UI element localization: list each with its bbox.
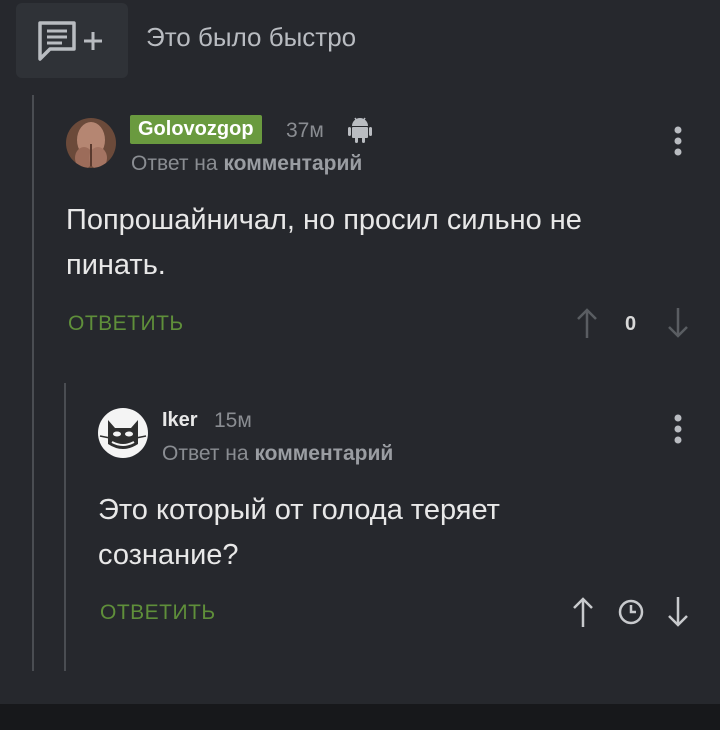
thread-line-level-1[interactable]	[32, 95, 34, 671]
user-avatar-image	[66, 118, 116, 168]
username[interactable]: Iker	[162, 409, 198, 432]
reply-to-info: Ответ на комментарий	[162, 442, 393, 466]
android-icon	[348, 117, 372, 143]
username-badge[interactable]: Golovozgop	[130, 115, 262, 144]
reply-to-info: Ответ на комментарий	[131, 152, 362, 176]
reply-to-prefix: Ответ на	[131, 152, 218, 175]
more-options-icon[interactable]	[673, 413, 683, 445]
reply-to-link[interactable]: комментарий	[254, 442, 393, 465]
user-avatar-image	[98, 408, 148, 458]
post-title[interactable]: Это было быстро	[146, 22, 356, 53]
upvote-arrow-icon[interactable]	[571, 595, 595, 629]
reply-button[interactable]: ОТВЕТИТЬ	[100, 601, 216, 625]
thread-line-level-2[interactable]	[64, 383, 66, 671]
comment-text-line: сознание?	[98, 539, 239, 571]
downvote-arrow-icon[interactable]	[666, 595, 690, 629]
add-comment-icon	[38, 20, 102, 61]
score-value: 0	[625, 313, 637, 335]
comment-text-line: пинать.	[66, 249, 166, 281]
clock-icon	[618, 599, 644, 625]
upvote-arrow-icon[interactable]	[575, 306, 599, 340]
add-comment-button[interactable]	[16, 3, 128, 78]
reply-to-link[interactable]: комментарий	[223, 152, 362, 175]
comment-text: Попрошайничал, но просил сильно не пинат…	[66, 198, 582, 288]
downvote-arrow-icon[interactable]	[666, 306, 690, 340]
more-options-icon[interactable]	[673, 125, 683, 157]
comment-text: Это который от голода теряет сознание?	[98, 488, 500, 578]
avatar[interactable]	[98, 408, 148, 458]
reply-to-prefix: Ответ на	[162, 442, 249, 465]
bottom-bar	[0, 704, 720, 730]
avatar[interactable]	[66, 118, 116, 168]
comments-page: Это было быстро Golovozgop 37м Ответ на …	[0, 0, 720, 730]
comment-time: 37м	[286, 119, 324, 142]
comment-time: 15м	[214, 409, 252, 432]
comment-text-line: Это который от голода теряет	[98, 494, 500, 526]
reply-button[interactable]: ОТВЕТИТЬ	[68, 312, 184, 336]
comment-text-line: Попрошайничал, но просил сильно не	[66, 204, 582, 236]
